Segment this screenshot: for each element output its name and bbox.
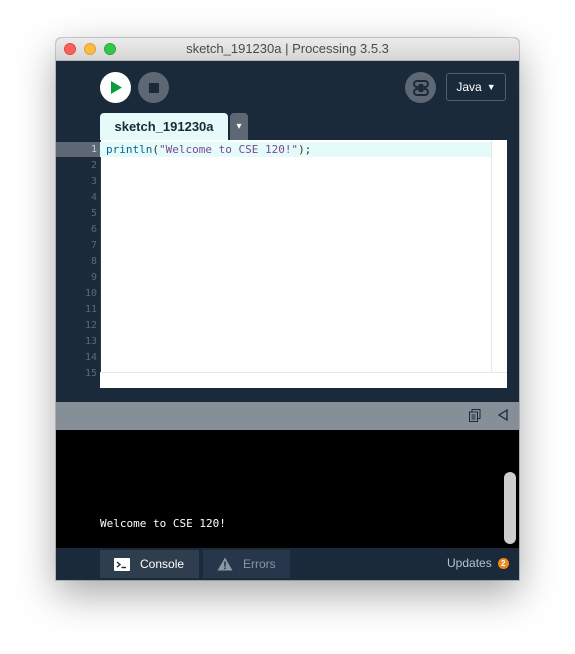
- code-open-paren: (: [152, 143, 159, 156]
- code-line[interactable]: println("Welcome to CSE 120!");: [106, 143, 311, 156]
- window-title: sketch_191230a | Processing 3.5.3: [186, 41, 389, 56]
- editor-vertical-scrollbar[interactable]: [491, 140, 508, 372]
- line-number: 5: [90, 208, 97, 219]
- code-function: println: [106, 143, 153, 156]
- editor-right-border: [507, 140, 519, 402]
- play-icon: [110, 81, 122, 94]
- updates-label: Updates: [447, 556, 492, 570]
- tab-console[interactable]: Console: [100, 550, 199, 578]
- tab-sketch[interactable]: sketch_191230a: [100, 113, 228, 140]
- line-number: 12: [84, 320, 97, 331]
- line-number: 6: [90, 224, 97, 235]
- collapse-console-icon[interactable]: [497, 408, 508, 424]
- line-number: 10: [84, 288, 97, 299]
- editor-horizontal-scrollbar[interactable]: [100, 372, 507, 389]
- editor-bottom-border: [56, 388, 507, 402]
- line-number: 7: [90, 240, 97, 251]
- updates-button[interactable]: Updates 2: [447, 556, 509, 570]
- processing-window: sketch_191230a | Processing 3.5.3 Java ▼…: [56, 38, 519, 580]
- run-button[interactable]: [100, 72, 131, 103]
- updates-count-badge: 2: [497, 557, 509, 569]
- tab-menu-button[interactable]: ▾: [230, 113, 248, 140]
- stop-icon: [148, 82, 159, 93]
- chevron-down-icon: ▼: [486, 82, 496, 92]
- copy-icon[interactable]: [469, 409, 481, 425]
- console-tab-label: Console: [140, 557, 185, 571]
- console-scrollbar[interactable]: [504, 472, 516, 544]
- code-string: "Welcome to CSE 120!": [158, 143, 299, 156]
- line-number: 1: [90, 144, 97, 155]
- line-number: 2: [90, 160, 97, 171]
- chevron-down-icon: ▾: [236, 121, 242, 132]
- line-number: 11: [84, 304, 97, 315]
- line-number: 3: [90, 176, 97, 187]
- code-close: );: [298, 143, 312, 156]
- line-number: 4: [90, 192, 97, 203]
- tab-label: sketch_191230a: [114, 119, 214, 134]
- title-bar: sketch_191230a | Processing 3.5.3: [56, 38, 519, 61]
- tab-bar: sketch_191230a ▾: [56, 113, 519, 140]
- mode-label: Java: [456, 80, 482, 94]
- tab-errors[interactable]: Errors: [203, 550, 290, 578]
- stop-button[interactable]: [138, 72, 169, 103]
- toolbar: Java ▼: [56, 61, 519, 116]
- code-editor[interactable]: 1 2 3 4 5 6 7 8 9 10 11 12 13 14 15 prin…: [56, 140, 508, 389]
- line-number-gutter: 1 2 3 4 5 6 7 8 9 10 11 12 13 14 15: [56, 140, 101, 388]
- console-output: Welcome to CSE 120!: [100, 517, 226, 530]
- terminal-icon: [114, 557, 130, 571]
- warning-icon: [217, 557, 233, 571]
- debugger-button[interactable]: [405, 72, 436, 103]
- mode-selector[interactable]: Java ▼: [446, 73, 506, 101]
- line-number: 8: [90, 256, 97, 267]
- console-panel[interactable]: Welcome to CSE 120!: [56, 430, 519, 548]
- line-number: 9: [90, 272, 97, 283]
- debugger-icon: [412, 79, 429, 96]
- status-bar: Console Errors Updates 2: [56, 548, 519, 580]
- line-number: 14: [84, 352, 97, 363]
- line-number: 13: [84, 336, 97, 347]
- line-number: 15: [84, 368, 97, 379]
- errors-tab-label: Errors: [243, 557, 276, 571]
- console-divider[interactable]: [56, 402, 519, 430]
